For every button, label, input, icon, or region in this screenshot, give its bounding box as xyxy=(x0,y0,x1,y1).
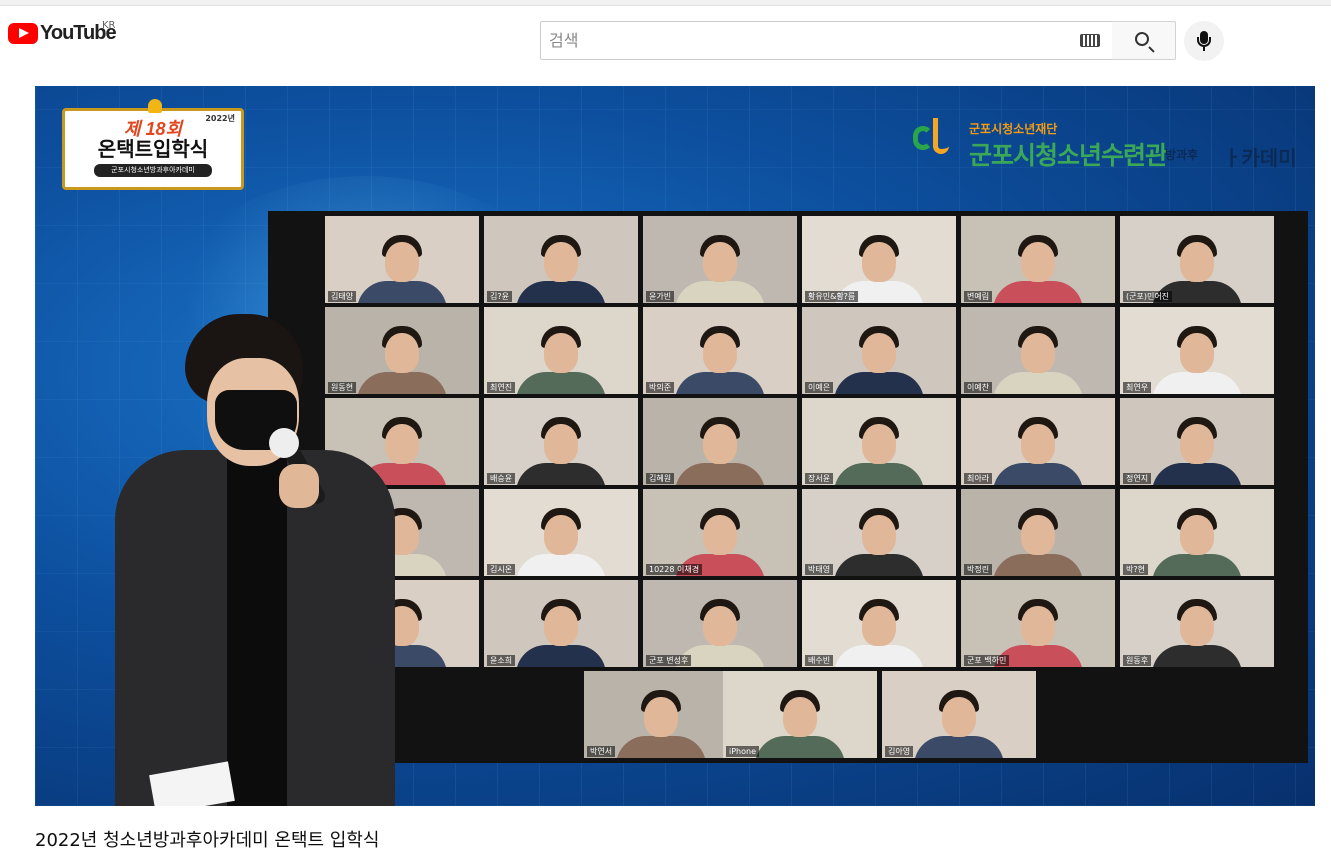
participant-name: 군포 변성후 xyxy=(646,655,692,666)
participant-name: 김시온 xyxy=(487,564,516,575)
participant-tile: (군포)민어진 xyxy=(1120,216,1274,303)
participant-tile: 김혜원 xyxy=(643,398,797,485)
participant-tile: iPhone xyxy=(723,671,877,758)
participant-tile: 최연우 xyxy=(1120,307,1274,394)
participant-tile: 김아영 xyxy=(882,671,1036,758)
participant-tile: 최연진 xyxy=(484,307,638,394)
participant-tile: 박?현 xyxy=(1120,489,1274,576)
participant-name: 변예림 xyxy=(964,291,993,302)
participant-name: (군포)민어진 xyxy=(1123,291,1173,302)
participant-tile: 군포 변성후 xyxy=(643,580,797,667)
microphone-stand xyxy=(1197,37,1211,47)
keyboard-icon[interactable] xyxy=(1080,34,1100,47)
participant-name: 김아영 xyxy=(885,746,914,757)
organization-logo-icon xyxy=(913,114,953,162)
search-icon xyxy=(1135,32,1149,46)
participant-name: 최아라 xyxy=(964,473,993,484)
participant-name: 김태양 xyxy=(328,291,357,302)
participant-tile: 최아라 xyxy=(961,398,1115,485)
participant-tile: 박연서 xyxy=(584,671,738,758)
participant-tile: 10228 이채경 xyxy=(643,489,797,576)
search-input[interactable] xyxy=(541,22,1071,59)
participant-name: 박의준 xyxy=(646,382,675,393)
participant-name: 정연지 xyxy=(1123,473,1152,484)
participant-tile: 변예림 xyxy=(961,216,1115,303)
participant-name: 박연서 xyxy=(587,746,616,757)
bell-icon xyxy=(148,99,162,113)
participant-tile: 정연지 xyxy=(1120,398,1274,485)
participant-name: 김혜원 xyxy=(646,473,675,484)
org-academy: ㅏ카데미 xyxy=(1223,148,1297,170)
participant-name: 최연진 xyxy=(487,382,516,393)
participant-tile: 김시온 xyxy=(484,489,638,576)
participant-tile: 박태영 xyxy=(802,489,956,576)
participant-tile: 배수빈 xyxy=(802,580,956,667)
presenter xyxy=(97,310,407,806)
participant-name: 윤가빈 xyxy=(646,291,675,302)
participant-name: 윤소희 xyxy=(487,655,516,666)
badge-subtitle: 군포시청소년방과후아카데미 xyxy=(94,164,212,177)
org-after-school: 방과후 xyxy=(1165,148,1199,162)
play-logo-icon xyxy=(8,23,38,44)
video-title: 2022년 청소년방과후아카데미 온택트 입학식 xyxy=(35,830,380,851)
participant-name: 박태영 xyxy=(805,564,834,575)
participant-name: 이예찬 xyxy=(964,382,993,393)
voice-search-button[interactable] xyxy=(1184,21,1224,61)
participant-name: iPhone xyxy=(726,746,760,757)
participant-name: 박?현 xyxy=(1123,564,1148,575)
participant-name: 원동후 xyxy=(1123,655,1152,666)
participant-tile: 이예은 xyxy=(802,307,956,394)
participant-tile: 박의준 xyxy=(643,307,797,394)
search-button[interactable] xyxy=(1112,21,1176,60)
badge-year: 2022년 xyxy=(205,114,235,123)
participant-name: 장서윤 xyxy=(805,473,834,484)
org-foundation-name: 군포시청소년재단 xyxy=(969,122,1058,136)
participant-name: 배수빈 xyxy=(805,655,834,666)
participant-name: 군포 백하민 xyxy=(964,655,1010,666)
participant-tile: 이예찬 xyxy=(961,307,1115,394)
participant-name: 황유민&황?름 xyxy=(805,291,859,302)
org-center-name: 군포시청소년수련관 xyxy=(969,142,1168,170)
participant-tile: 박정린 xyxy=(961,489,1115,576)
video-player[interactable]: 2022년 제 18회 온택트입학식 군포시청소년방과후아카데미 군포시청소년재… xyxy=(35,86,1315,806)
microphone-foot xyxy=(1203,47,1205,51)
participant-tile: 군포 백하민 xyxy=(961,580,1115,667)
participant-tile: 김태양 xyxy=(325,216,479,303)
participant-tile: 장서윤 xyxy=(802,398,956,485)
participant-tile: 김?윤 xyxy=(484,216,638,303)
participant-name: 이예은 xyxy=(805,382,834,393)
participant-name: 배승윤 xyxy=(487,473,516,484)
badge-title: 온택트입학식 xyxy=(97,139,209,161)
participant-tile: 윤가빈 xyxy=(643,216,797,303)
participant-name: 김?윤 xyxy=(487,291,512,302)
participant-tile: 윤소희 xyxy=(484,580,638,667)
search-box xyxy=(540,21,1113,60)
youtube-logo[interactable]: YouTube xyxy=(8,22,117,45)
masthead: YouTube KR xyxy=(0,6,1331,62)
country-code: KR xyxy=(102,20,116,31)
participant-tile: 배승윤 xyxy=(484,398,638,485)
video-call-grid: 김태양 김?윤 윤가빈 황유민&황?름 변예림 (군포)민어진 원동현 최연진 박의준 이예은 이예… xyxy=(268,211,1308,763)
participant-name: 10228 이채경 xyxy=(646,564,703,575)
participant-tile: 황유민&황?름 xyxy=(802,216,956,303)
event-badge: 2022년 제 18회 온택트입학식 군포시청소년방과후아카데미 xyxy=(62,99,244,190)
participant-name: 최연우 xyxy=(1123,382,1152,393)
participant-tile: 원동후 xyxy=(1120,580,1274,667)
participant-name: 박정린 xyxy=(964,564,993,575)
